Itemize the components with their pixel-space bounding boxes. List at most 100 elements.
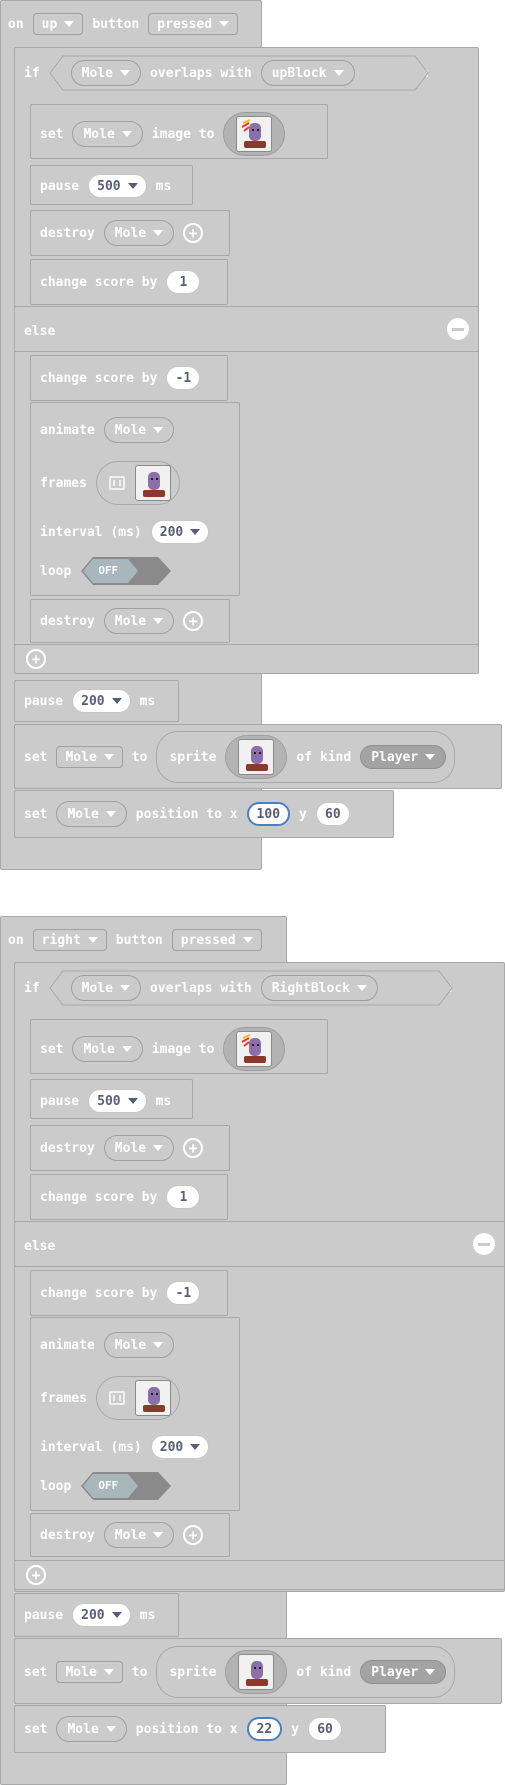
variable-dropdown[interactable]: Mole (56, 1661, 123, 1683)
destroy-label: destroy (40, 613, 95, 629)
sprite-dropdown[interactable]: Mole (70, 975, 141, 1001)
caret-down-icon (105, 811, 116, 817)
else-label: else (24, 323, 56, 339)
change-score-label: change score by (40, 1189, 158, 1205)
state-dropdown[interactable]: pressed (171, 929, 262, 951)
button-dropdown[interactable]: right (32, 929, 107, 951)
score-input[interactable]: 1 (166, 270, 201, 294)
mole-sprite-image (238, 739, 275, 775)
button-dropdown[interactable]: up (32, 13, 84, 35)
frames-picker[interactable] (95, 461, 180, 505)
change-score-label: change score by (40, 370, 158, 386)
plus-circle-icon[interactable]: + (183, 1138, 204, 1158)
of-kind-label: of kind (296, 1664, 352, 1680)
sprite-dropdown[interactable]: Mole (103, 417, 175, 443)
sprite-dropdown[interactable]: Mole (103, 1135, 175, 1161)
sprite-image-picker[interactable] (225, 1650, 288, 1694)
pause-label: pause (24, 693, 64, 709)
animate-label: animate (40, 1337, 95, 1353)
image-picker[interactable] (223, 1027, 286, 1071)
if-label: if (24, 65, 40, 81)
caret-down-icon (153, 1145, 164, 1151)
minus-circle-icon[interactable] (447, 318, 469, 340)
kind-dropdown[interactable]: Player (360, 1660, 447, 1684)
caret-down-icon (242, 937, 253, 943)
pause-ms-dropdown[interactable]: 500 (88, 1089, 147, 1113)
interval-dropdown[interactable]: 200 (150, 520, 210, 544)
sprite-dropdown[interactable]: Mole (72, 121, 143, 147)
score-input[interactable]: 1 (166, 1185, 201, 1209)
score-input[interactable]: -1 (166, 366, 201, 390)
pause-ms-dropdown[interactable]: 200 (72, 1603, 131, 1627)
sprite-dropdown[interactable]: Mole (70, 60, 141, 86)
mole-hit-image (236, 1031, 273, 1067)
caret-down-icon (121, 1046, 132, 1052)
caret-down-icon (357, 985, 367, 991)
variable-dropdown[interactable]: Mole (56, 746, 123, 768)
state-dropdown[interactable]: pressed (148, 13, 239, 35)
pause-ms-dropdown[interactable]: 500 (88, 174, 147, 198)
kind-dropdown[interactable]: RightBlock (260, 975, 378, 1001)
sprite-create-block[interactable]: sprite of kind Player (156, 1646, 456, 1698)
caret-down-icon (153, 427, 164, 433)
overlaps-condition[interactable]: Mole overlaps with upBlock (49, 55, 429, 91)
minus-circle-icon[interactable] (473, 1233, 495, 1255)
set-label: set (24, 1721, 48, 1737)
y-input[interactable]: 60 (308, 1717, 343, 1741)
x-input[interactable]: 22 (246, 1717, 283, 1741)
plus-circle-icon[interactable]: + (183, 223, 204, 243)
mole-hit-icon (241, 119, 267, 148)
score-input[interactable]: -1 (166, 1281, 201, 1305)
loop-toggle[interactable]: OFF (80, 556, 172, 586)
y-input[interactable]: 60 (315, 802, 350, 826)
frames-picker[interactable] (95, 1376, 180, 1420)
caret-down-icon (111, 698, 122, 704)
animate-label: animate (40, 422, 95, 438)
interval-dropdown[interactable]: 200 (150, 1435, 210, 1459)
overlaps-condition[interactable]: Mole overlaps with RightBlock (49, 970, 453, 1006)
set-label: set (24, 1664, 48, 1680)
sprite-dropdown[interactable]: Mole (56, 801, 127, 827)
sprite-dropdown[interactable]: Mole (103, 220, 175, 246)
caret-down-icon (111, 1612, 122, 1618)
mole-hit-image (236, 116, 273, 152)
set-label: set (40, 1041, 64, 1057)
interval-label: interval (ms) (40, 1439, 142, 1455)
sprite-dropdown[interactable]: Mole (56, 1716, 127, 1742)
ms-label: ms (155, 1093, 172, 1109)
caret-down-icon (103, 1669, 114, 1675)
image-picker[interactable] (223, 112, 286, 156)
kind-dropdown[interactable]: Player (360, 745, 447, 769)
caret-down-icon (333, 70, 344, 76)
if-label: if (24, 980, 40, 996)
to-label: to (131, 1664, 148, 1680)
overlaps-label: overlaps with (149, 65, 252, 81)
loop-toggle[interactable]: OFF (80, 1471, 172, 1501)
pause-ms-dropdown[interactable]: 200 (72, 689, 131, 713)
position-label: position to x (135, 806, 238, 822)
interval-label: interval (ms) (40, 524, 142, 540)
x-input[interactable]: 100 (246, 802, 291, 826)
image-to-label: image to (151, 126, 215, 142)
kind-dropdown[interactable]: upBlock (260, 60, 355, 86)
caret-down-icon (190, 529, 201, 535)
sprite-create-block[interactable]: sprite of kind Player (156, 731, 456, 783)
ms-label: ms (139, 1607, 156, 1623)
sprite-dropdown[interactable]: Mole (103, 1332, 175, 1358)
plus-circle-icon[interactable]: + (26, 649, 46, 669)
set-label: set (24, 806, 48, 822)
destroy-label: destroy (40, 225, 95, 241)
sprite-dropdown[interactable]: Mole (103, 1522, 175, 1548)
caret-down-icon (190, 1444, 201, 1450)
sprite-dropdown[interactable]: Mole (103, 608, 175, 634)
plus-circle-icon[interactable]: + (183, 611, 204, 631)
sprite-dropdown[interactable]: Mole (72, 1036, 143, 1062)
sprite-image-picker[interactable] (225, 735, 288, 779)
to-label: to (131, 749, 148, 765)
caret-down-icon (103, 754, 114, 760)
mole-frame-image (134, 465, 171, 501)
plus-circle-icon[interactable]: + (183, 1525, 204, 1545)
caret-down-icon (425, 754, 436, 760)
plus-circle-icon[interactable]: + (26, 1565, 46, 1585)
mole-icon (142, 472, 165, 497)
